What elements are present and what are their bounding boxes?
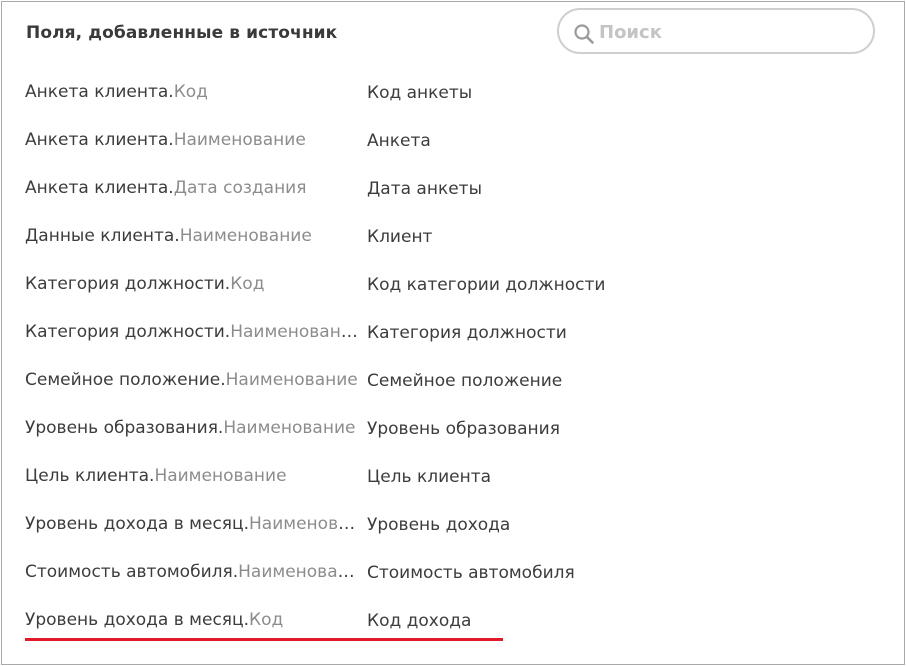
field-row[interactable]: Уровень дохода в месяц.НаименованиеУрове… xyxy=(2,503,904,551)
table-name: Уровень образования. xyxy=(25,418,224,438)
table-name: Анкета клиента. xyxy=(25,130,174,150)
source-field-path: Категория должности.Код xyxy=(25,274,358,294)
field-list: Анкета клиента.Код Код анкеты Анкета клиен… xyxy=(2,71,904,647)
field-alias: Стоимость автомобиля xyxy=(367,563,575,583)
field-name: Дата создания xyxy=(173,178,307,198)
field-row[interactable]: Стоимость автомобиля.Наименование Стоимос… xyxy=(2,551,904,599)
field-name: Наименование xyxy=(223,418,356,438)
field-row[interactable]: Семейное положение.Наименование Семейное … xyxy=(2,359,904,407)
table-name: Стоимость автомобиля. xyxy=(25,562,239,582)
field-row[interactable]: Цель клиента.Наименование Цель клиента xyxy=(2,455,904,503)
source-field-path: Анкета клиента.Код xyxy=(25,82,358,102)
field-alias: Уровень дохода xyxy=(367,515,511,535)
field-name: Наименование xyxy=(173,130,306,150)
field-row[interactable]: Категория должности.Код Код категории дол… xyxy=(2,263,904,311)
field-alias: Категория должности xyxy=(367,323,567,343)
search-box[interactable] xyxy=(557,8,875,54)
search-icon xyxy=(573,23,595,45)
source-field-path: Уровень образования.Наименование xyxy=(25,418,358,438)
fields-panel: Поля, добавленные в источник Анкета клие… xyxy=(1,1,905,665)
table-name: Анкета клиента. xyxy=(25,178,174,198)
field-alias: Уровень образования xyxy=(367,419,560,439)
field-name: Код xyxy=(249,610,284,630)
field-alias: Код дохода xyxy=(367,611,472,631)
table-name: Уровень дохода в месяц. xyxy=(25,514,250,534)
source-field-path: Анкета клиента.Дата создания xyxy=(25,178,358,198)
field-alias: Код анкеты xyxy=(367,83,473,103)
source-field-path: Стоимость автомобиля.Наименование xyxy=(25,562,358,582)
panel-title: Поля, добавленные в источник xyxy=(26,23,338,43)
field-name: Наименование xyxy=(179,226,312,246)
table-name: Категория должности. xyxy=(25,274,231,294)
table-name: Анкета клиента. xyxy=(25,82,174,102)
highlight-underline xyxy=(25,638,503,641)
source-field-path: Данные клиента.Наименование xyxy=(25,226,358,246)
source-field-path: Семейное положение.Наименование xyxy=(25,370,358,390)
field-alias: Клиент xyxy=(367,227,433,247)
field-row[interactable]: Категория должности.Наименование Категори… xyxy=(2,311,904,359)
field-alias: Семейное положение xyxy=(367,371,563,391)
source-field-path: Анкета клиента.Наименование xyxy=(25,130,358,150)
source-field-path: Уровень дохода в месяц.Код xyxy=(25,610,358,630)
field-row[interactable]: Анкета клиента.Дата создания Дата анкеты xyxy=(2,167,904,215)
table-name: Семейное положение. xyxy=(25,370,226,390)
table-name: Данные клиента. xyxy=(25,226,180,246)
source-field-path: Уровень дохода в месяц.Наименование xyxy=(25,514,358,534)
table-name: Уровень дохода в месяц. xyxy=(25,610,250,630)
table-name: Цель клиента. xyxy=(25,466,155,486)
source-field-path: Цель клиента.Наименование xyxy=(25,466,358,486)
field-name: Код xyxy=(173,82,208,102)
field-row[interactable]: Данные клиента.Наименование Клиент xyxy=(2,215,904,263)
field-row[interactable]: Уровень дохода в месяц.Код Код дохода xyxy=(2,599,904,647)
field-name: Код xyxy=(230,274,265,294)
field-name: Наименование xyxy=(230,322,358,342)
field-row[interactable]: Уровень образования.Наименование Уровень … xyxy=(2,407,904,455)
field-row[interactable]: Анкета клиента.Наименование Анкета xyxy=(2,119,904,167)
field-name: Наименование xyxy=(154,466,287,486)
field-alias: Код категории должности xyxy=(367,275,606,295)
panel-header: Поля, добавленные в источник xyxy=(2,2,904,80)
field-alias: Цель клиента xyxy=(367,467,492,487)
field-alias: Анкета xyxy=(367,131,431,151)
field-name: Наименование xyxy=(225,370,358,390)
field-alias: Дата анкеты xyxy=(367,179,483,199)
table-name: Категория должности. xyxy=(25,322,231,342)
field-name: Наименование xyxy=(238,562,358,582)
search-input[interactable] xyxy=(599,18,859,46)
source-field-path: Категория должности.Наименование xyxy=(25,322,358,342)
field-name: Наименование xyxy=(249,514,358,534)
